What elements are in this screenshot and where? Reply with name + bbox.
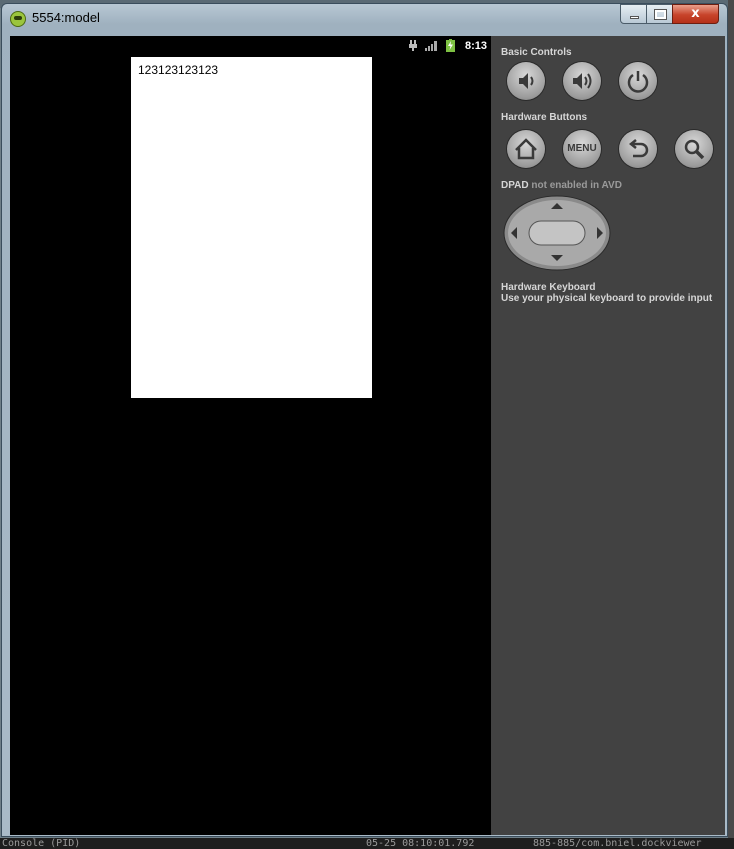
minimize-button[interactable] bbox=[620, 4, 647, 24]
console-tag: 885-885/com.bniel.dockviewer bbox=[533, 838, 702, 849]
dpad-label: DPAD not enabled in AVD bbox=[501, 180, 622, 191]
webview-text: 123123123123 bbox=[138, 63, 219, 77]
close-icon: x bbox=[691, 6, 700, 21]
volume-down-button[interactable] bbox=[507, 62, 545, 100]
dpad-title: DPAD bbox=[501, 180, 529, 191]
power-button[interactable] bbox=[619, 62, 657, 100]
device-screen[interactable]: 8:13 123123123123 bbox=[10, 36, 491, 835]
menu-button-label: MENU bbox=[567, 143, 597, 154]
maximize-button[interactable] bbox=[646, 4, 673, 24]
home-button[interactable] bbox=[507, 130, 545, 168]
background-ide-right bbox=[728, 0, 734, 838]
signal-icon bbox=[425, 41, 437, 51]
window-title: 5554:model bbox=[32, 10, 100, 25]
minimize-icon bbox=[630, 16, 639, 19]
dpad-control[interactable] bbox=[503, 195, 611, 271]
android-status-bar: 8:13 bbox=[10, 36, 491, 56]
android-app-icon bbox=[10, 11, 26, 27]
webview-content[interactable]: 123123123123 bbox=[131, 57, 372, 398]
volume-up-button[interactable] bbox=[563, 62, 601, 100]
maximize-icon bbox=[654, 9, 667, 20]
hardware-buttons-label: Hardware Buttons bbox=[501, 112, 588, 123]
console-tab-label: Console (PID) bbox=[2, 838, 81, 849]
emulator-window: 5554:model x 8:13 123123123123 Basic Con… bbox=[1, 3, 728, 837]
emulator-body: 8:13 123123123123 Basic Controls Hardwar… bbox=[10, 36, 725, 835]
volume-down-icon bbox=[519, 73, 534, 89]
background-ide-console: Console (PID) 05-25 08:10:01.792 885-885… bbox=[0, 838, 734, 849]
emulator-controls-panel: Basic Controls Hardware Buttons MENU DPA… bbox=[491, 36, 725, 835]
search-button[interactable] bbox=[675, 130, 713, 168]
back-button[interactable] bbox=[619, 130, 657, 168]
power-icon bbox=[627, 71, 649, 93]
hardware-keyboard-title: Hardware Keyboard bbox=[501, 282, 596, 293]
back-icon bbox=[628, 139, 649, 158]
home-icon bbox=[515, 138, 537, 160]
window-titlebar[interactable]: 5554:model x bbox=[2, 4, 727, 32]
console-timestamp: 05-25 08:10:01.792 bbox=[366, 838, 475, 849]
search-icon bbox=[684, 139, 705, 160]
dpad-subtitle: not enabled in AVD bbox=[531, 180, 622, 191]
basic-controls-label: Basic Controls bbox=[501, 47, 572, 58]
menu-button[interactable]: MENU bbox=[563, 130, 601, 168]
volume-up-icon bbox=[573, 73, 592, 89]
close-button[interactable]: x bbox=[672, 4, 719, 24]
usb-icon bbox=[409, 40, 417, 51]
battery-charging-icon bbox=[446, 39, 455, 52]
status-clock: 8:13 bbox=[465, 40, 488, 52]
hardware-keyboard-description: Use your physical keyboard to provide in… bbox=[501, 293, 713, 304]
